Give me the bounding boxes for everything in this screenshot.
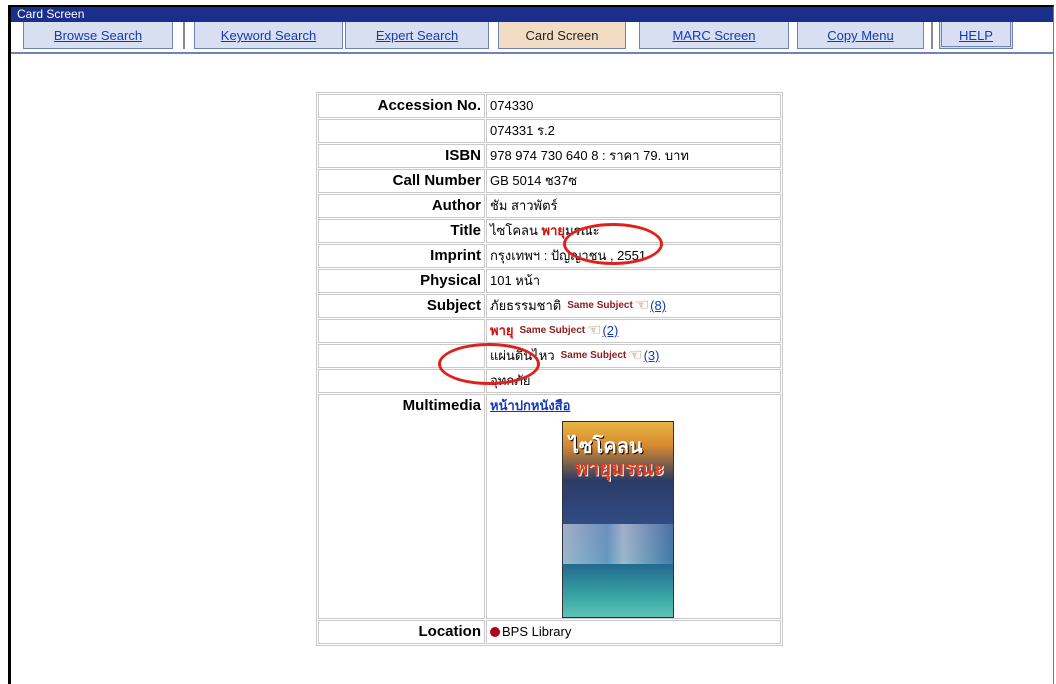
pointing-hand-icon[interactable]: ☜	[628, 347, 642, 364]
table-row: พายุ Same Subject ☜(2)	[318, 319, 781, 343]
tab-marc-screen[interactable]: MARC Screen	[639, 22, 789, 49]
table-row: 074331 ร.2	[318, 119, 781, 143]
highlight-circle-title	[563, 223, 663, 265]
title-highlight: พายุ	[541, 223, 566, 238]
table-row: Physical 101 หน้า	[318, 269, 781, 293]
author-value: ชัม สาวพัตร์	[486, 194, 781, 218]
title-label: Title	[318, 219, 485, 243]
same-subject-count-link[interactable]: (3)	[644, 348, 660, 363]
tab-expert-search[interactable]: Expert Search	[345, 22, 489, 49]
tab-divider	[183, 22, 185, 49]
cover-wave-graphic	[563, 524, 673, 564]
window-title: Card Screen	[11, 7, 1053, 22]
cover-title-line-2: พายุมรณะ	[575, 458, 665, 480]
same-subject-text: Same Subject	[567, 300, 633, 311]
book-cover-link[interactable]: หน้าปกหนังสือ	[490, 398, 570, 413]
bibliographic-card-table: Accession No. 074330 074331 ร.2 ISBN 978…	[316, 92, 783, 646]
tab-divider	[931, 22, 933, 49]
pointing-hand-icon[interactable]: ☜	[635, 297, 649, 314]
tab-bar: Browse Search Keyword Search Expert Sear…	[11, 22, 1053, 54]
same-subject-text: Same Subject	[560, 350, 627, 361]
location-label: Location	[318, 620, 485, 644]
subject-label: Subject	[318, 294, 485, 318]
table-row: Location BPS Library	[318, 620, 781, 644]
table-row: อุทกภัย	[318, 369, 781, 393]
table-row: Multimedia หน้าปกหนังสือ ไซโคลน พายุมรณะ	[318, 394, 781, 619]
location-value: BPS Library	[486, 620, 781, 644]
isbn-label: ISBN	[318, 144, 485, 168]
accession-value: 074330	[486, 94, 781, 118]
call-number-value: GB 5014 ช37ซ	[486, 169, 781, 193]
accession-value: 074331 ร.2	[486, 119, 781, 143]
empty-label	[318, 319, 485, 343]
card-screen-window: Card Screen Browse Search Keyword Search…	[8, 5, 1054, 684]
table-row: Subject ภัยธรรมชาติ Same Subject ☜(8)	[318, 294, 781, 318]
table-row: Call Number GB 5014 ช37ซ	[318, 169, 781, 193]
tab-browse-search[interactable]: Browse Search	[23, 22, 173, 49]
table-row: Accession No. 074330	[318, 94, 781, 118]
isbn-value: 978 974 730 640 8 : ราคา 79. บาท	[486, 144, 781, 168]
book-cover-image: ไซโคลน พายุมรณะ	[562, 421, 674, 618]
table-row: Imprint กรุงเทพฯ : ปัญญาชน , 2551	[318, 244, 781, 268]
subject-term: พายุ	[490, 323, 514, 338]
empty-label	[318, 119, 485, 143]
physical-label: Physical	[318, 269, 485, 293]
same-subject-count-link[interactable]: (2)	[602, 323, 618, 338]
author-label: Author	[318, 194, 485, 218]
highlight-circle-subject	[438, 343, 540, 385]
tab-copy-menu[interactable]: Copy Menu	[797, 22, 924, 49]
call-number-label: Call Number	[318, 169, 485, 193]
table-row: Author ชัม สาวพัตร์	[318, 194, 781, 218]
multimedia-label: Multimedia	[318, 394, 485, 619]
tab-help[interactable]: HELP	[939, 22, 1013, 49]
pointing-hand-icon[interactable]: ☜	[587, 322, 601, 339]
cover-title-line-1: ไซโคลน	[569, 436, 643, 458]
table-row: Title ไซโคลน พายุมรณะ	[318, 219, 781, 243]
subject-item: พายุ Same Subject ☜(2)	[486, 319, 781, 343]
table-row: แผ่นดินไหว Same Subject ☜(3)	[318, 344, 781, 368]
multimedia-value: หน้าปกหนังสือ ไซโคลน พายุมรณะ	[486, 394, 781, 619]
red-dot-icon	[490, 627, 500, 637]
title-text-pre: ไซโคลน	[490, 223, 542, 238]
imprint-label: Imprint	[318, 244, 485, 268]
location-text: BPS Library	[502, 624, 572, 639]
same-subject-count-link[interactable]: (8)	[650, 298, 666, 313]
same-subject-text: Same Subject	[519, 325, 586, 336]
accession-label: Accession No.	[318, 94, 485, 118]
subject-term: ภัยธรรมชาติ	[490, 298, 562, 313]
tab-keyword-search[interactable]: Keyword Search	[194, 22, 343, 49]
table-row: ISBN 978 974 730 640 8 : ราคา 79. บาท	[318, 144, 781, 168]
subject-item: ภัยธรรมชาติ Same Subject ☜(8)	[486, 294, 781, 318]
physical-value: 101 หน้า	[486, 269, 781, 293]
tab-card-screen[interactable]: Card Screen	[498, 22, 626, 49]
